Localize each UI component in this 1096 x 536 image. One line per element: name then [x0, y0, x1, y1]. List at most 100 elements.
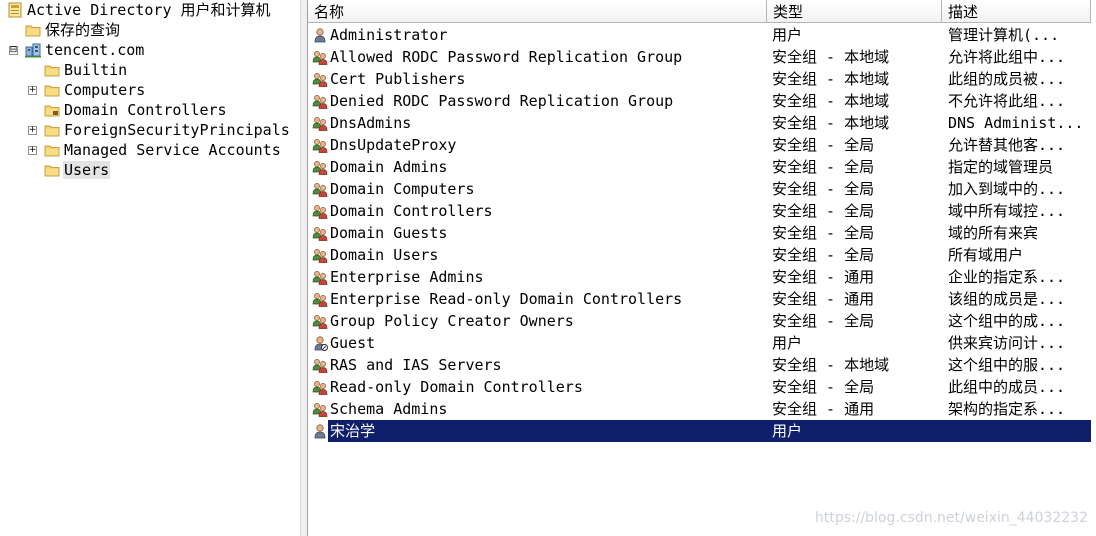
- table-row[interactable]: DnsUpdateProxy 安全组 - 全局 允许替其他客...: [308, 134, 1091, 156]
- row-background: [328, 420, 1091, 442]
- expand-toggle[interactable]: +: [28, 85, 37, 95]
- cell-description: 允许替其他客...: [948, 136, 1066, 154]
- tree-item-domain-controllers[interactable]: Domain Controllers: [44, 100, 228, 120]
- ou-folder-icon: [44, 102, 60, 118]
- group-icon: [312, 357, 328, 373]
- tree-item-label: Builtin: [64, 61, 128, 79]
- tree-item-root-label: Active Directory 用户和计算机: [27, 1, 271, 19]
- cell-type: 安全组 - 本地域: [772, 114, 890, 132]
- group-icon: [312, 225, 328, 241]
- group-icon: [312, 247, 328, 263]
- table-row[interactable]: Domain Admins 安全组 - 全局 指定的域管理员: [308, 156, 1091, 178]
- table-row[interactable]: Group Policy Creator Owners 安全组 - 全局 这个组中的…: [308, 310, 1091, 332]
- column-header-label: 类型: [773, 2, 804, 21]
- results-list: 名称 类型 描述 Administrator 用户 管理计算机(... Allowed…: [308, 0, 1096, 536]
- cell-name: 宋治学: [330, 422, 376, 440]
- table-row[interactable]: Administrator 用户 管理计算机(...: [308, 24, 1091, 46]
- cell-type: 安全组 - 本地域: [772, 356, 890, 374]
- cell-type: 用户: [772, 334, 803, 352]
- cell-name: DnsAdmins: [330, 114, 412, 132]
- collapse-toggle[interactable]: ⊟: [9, 45, 18, 55]
- cell-name: Denied RODC Password Replication Group: [330, 92, 674, 110]
- tree-item-saved-queries[interactable]: 保存的查询: [25, 20, 121, 40]
- cell-name: Group Policy Creator Owners: [330, 312, 574, 330]
- cell-name: Domain Controllers: [330, 202, 493, 220]
- table-row[interactable]: RAS and IAS Servers 安全组 - 本地域 这个组中的服...: [308, 354, 1091, 376]
- table-row[interactable]: DnsAdmins 安全组 - 本地域 DNS Administ...: [308, 112, 1091, 134]
- group-icon: [312, 71, 328, 87]
- table-row[interactable]: Domain Computers 安全组 - 全局 加入到域中的...: [308, 178, 1091, 200]
- table-row[interactable]: Schema Admins 安全组 - 通用 架构的指定系...: [308, 398, 1091, 420]
- cell-name: Schema Admins: [330, 400, 448, 418]
- group-icon: [312, 401, 328, 417]
- group-icon: [312, 181, 328, 197]
- table-row[interactable]: Enterprise Admins 安全组 - 通用 企业的指定系...: [308, 266, 1091, 288]
- group-icon: [312, 159, 328, 175]
- table-row[interactable]: Domain Users 安全组 - 全局 所有域用户: [308, 244, 1091, 266]
- tree-item-label: ForeignSecurityPrincipals: [64, 121, 290, 139]
- folder-icon: [44, 62, 60, 78]
- column-header-label: 名称: [314, 2, 345, 21]
- tree-item-label: Users: [63, 161, 111, 179]
- group-icon: [312, 49, 328, 65]
- cell-type: 安全组 - 全局: [772, 224, 875, 242]
- group-icon: [312, 379, 328, 395]
- cell-description: 域中所有域控...: [948, 202, 1066, 220]
- folder-icon: [25, 22, 41, 38]
- group-icon: [312, 269, 328, 285]
- tree-item-foreign-security-principals[interactable]: + ForeignSecurityPrincipals: [28, 120, 291, 140]
- cell-name: Enterprise Read-only Domain Controllers: [330, 290, 683, 308]
- cell-type: 安全组 - 通用: [772, 268, 875, 286]
- cell-description: 该组的成员是...: [948, 290, 1066, 308]
- cell-description: 允许将此组中...: [948, 48, 1066, 66]
- cell-name: DnsUpdateProxy: [330, 136, 457, 154]
- table-row[interactable]: Guest 用户 供来宾访问计...: [308, 332, 1091, 354]
- table-row[interactable]: Read-only Domain Controllers 安全组 - 全局 此组中的…: [308, 376, 1091, 398]
- tree-item-managed-service-accounts[interactable]: + Managed Service Accounts: [28, 140, 282, 160]
- cell-description: 这个组中的成...: [948, 312, 1066, 330]
- folder-icon: [44, 82, 60, 98]
- tree-item-builtin[interactable]: Builtin: [44, 60, 128, 80]
- domain-icon: [25, 42, 41, 58]
- tree-item-root[interactable]: Active Directory 用户和计算机: [7, 0, 272, 20]
- table-row[interactable]: Cert Publishers 安全组 - 本地域 此组的成员被...: [308, 68, 1091, 90]
- table-row[interactable]: 宋治学 用户: [308, 420, 1091, 442]
- cell-type: 安全组 - 全局: [772, 202, 875, 220]
- pane-splitter[interactable]: [300, 0, 308, 536]
- table-row[interactable]: Domain Controllers 安全组 - 全局 域中所有域控...: [308, 200, 1091, 222]
- group-icon: [312, 115, 328, 131]
- table-row[interactable]: Domain Guests 安全组 - 全局 域的所有来宾: [308, 222, 1091, 244]
- cell-type: 安全组 - 通用: [772, 290, 875, 308]
- user-icon: [312, 423, 328, 439]
- table-row[interactable]: Allowed RODC Password Replication Group 安…: [308, 46, 1091, 68]
- cell-description: 不允许将此组...: [948, 92, 1066, 110]
- cell-name: Domain Users: [330, 246, 439, 264]
- group-icon: [312, 313, 328, 329]
- column-header-type[interactable]: 类型: [767, 0, 942, 23]
- column-header-description[interactable]: 描述: [942, 0, 1091, 23]
- tree-item-computers[interactable]: + Computers: [28, 80, 146, 100]
- group-icon: [312, 137, 328, 153]
- cell-description: 架构的指定系...: [948, 400, 1066, 418]
- tree-item-label: Computers: [64, 81, 146, 99]
- table-row[interactable]: Enterprise Read-only Domain Controllers 安…: [308, 288, 1091, 310]
- cell-name: Enterprise Admins: [330, 268, 484, 286]
- tree-item-domain[interactable]: ⊟ tencent.com: [9, 40, 145, 60]
- cell-name: Cert Publishers: [330, 70, 466, 88]
- cell-type: 安全组 - 本地域: [772, 48, 890, 66]
- column-header-name[interactable]: 名称: [308, 0, 767, 23]
- tree-item-users[interactable]: Users: [44, 160, 111, 180]
- expand-toggle[interactable]: +: [28, 125, 37, 135]
- ad-console-icon: [7, 2, 23, 18]
- cell-type: 安全组 - 全局: [772, 378, 875, 396]
- tree-item-label: Managed Service Accounts: [64, 141, 281, 159]
- folder-icon: [44, 122, 60, 138]
- cell-type: 安全组 - 全局: [772, 180, 875, 198]
- cell-description: 域的所有来宾: [948, 224, 1039, 242]
- cell-description: 加入到域中的...: [948, 180, 1066, 198]
- tree-item-label: Domain Controllers: [64, 101, 227, 119]
- table-row[interactable]: Denied RODC Password Replication Group 安全…: [308, 90, 1091, 112]
- folder-icon: [44, 162, 60, 178]
- expand-toggle[interactable]: +: [28, 145, 37, 155]
- cell-name: Read-only Domain Controllers: [330, 378, 583, 396]
